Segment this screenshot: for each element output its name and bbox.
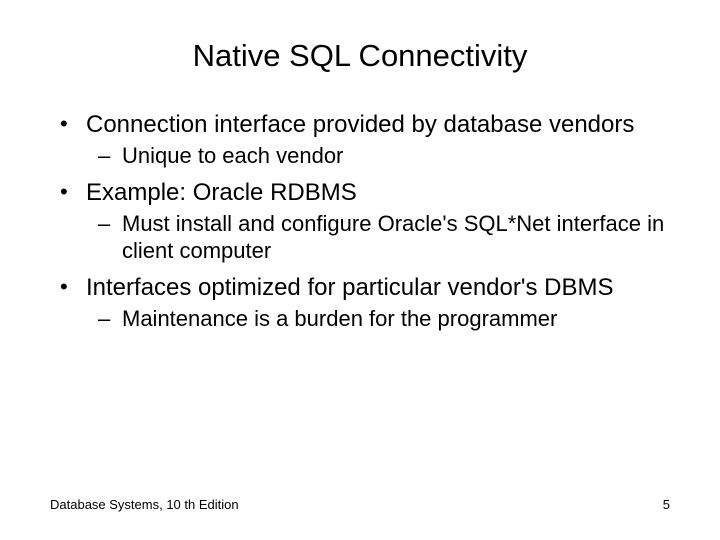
list-item: Interfaces optimized for particular vend… [50, 273, 670, 333]
sub-list: Maintenance is a burden for the programm… [86, 305, 670, 333]
slide-title: Native SQL Connectivity [50, 38, 670, 74]
footer-source: Database Systems, 10 th Edition [50, 497, 239, 512]
sub-list-item: Maintenance is a burden for the programm… [86, 305, 670, 333]
bullet-list: Connection interface provided by databas… [50, 110, 670, 332]
sub-list: Unique to each vendor [86, 142, 670, 170]
sub-list-item: Must install and configure Oracle's SQL*… [86, 210, 670, 265]
bullet-text: Connection interface provided by databas… [86, 111, 634, 138]
page-number: 5 [663, 497, 670, 512]
sub-list: Must install and configure Oracle's SQL*… [86, 210, 670, 265]
bullet-text: Interfaces optimized for particular vend… [86, 274, 613, 301]
sub-list-item: Unique to each vendor [86, 142, 670, 170]
list-item: Connection interface provided by databas… [50, 110, 670, 170]
list-item: Example: Oracle RDBMS Must install and c… [50, 178, 670, 265]
bullet-text: Example: Oracle RDBMS [86, 179, 357, 206]
